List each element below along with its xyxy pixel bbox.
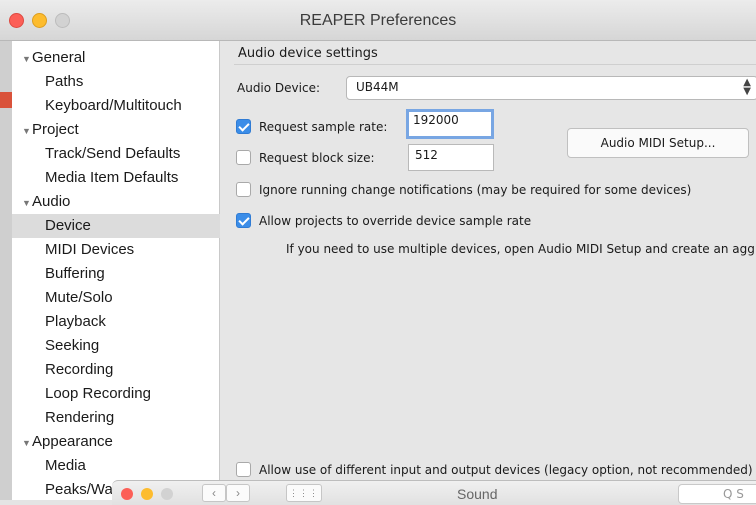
window-title: REAPER Preferences <box>299 12 457 29</box>
section-divider <box>234 64 756 65</box>
search-placeholder: Q S <box>723 487 744 501</box>
sidebar-item-label: Recording <box>45 361 114 378</box>
title-bar: REAPER Preferences <box>0 0 756 41</box>
request-block-size-label: Request block size: <box>259 151 375 165</box>
sidebar-item-label: Loop Recording <box>45 385 151 402</box>
disclosure-triangle-icon[interactable]: ▼ <box>22 431 32 455</box>
allow-override-label: Allow projects to override device sample… <box>259 214 532 228</box>
sidebar-item-label: General <box>32 49 86 66</box>
sidebar-item-label: Buffering <box>45 265 105 282</box>
sidebar-item-midi-devices[interactable]: MIDI Devices <box>12 238 252 262</box>
minimize-window-button[interactable] <box>141 488 153 500</box>
sidebar-item-keyboard-multitouch[interactable]: Keyboard/Multitouch <box>12 94 252 118</box>
sidebar-item-label: Media <box>45 457 86 474</box>
sound-window-titlebar: ‹ › ⋮⋮⋮ Sound Q S <box>112 480 756 505</box>
sidebar-item-recording[interactable]: Recording <box>12 358 252 382</box>
sidebar-item-rendering[interactable]: Rendering <box>12 406 252 430</box>
sidebar-item-general[interactable]: ▼General <box>12 46 229 70</box>
select-arrows-icon: ▲ ▼ <box>743 77 751 97</box>
back-arrow-icon[interactable]: ‹ <box>202 484 226 502</box>
sidebar-item-media[interactable]: Media <box>12 454 252 478</box>
search-field[interactable]: Q S <box>678 484 756 504</box>
sidebar-item-label: Device <box>45 217 91 234</box>
sidebar-item-buffering[interactable]: Buffering <box>12 262 252 286</box>
sidebar-item-audio[interactable]: ▼Audio <box>12 190 229 214</box>
forward-arrow-icon[interactable]: › <box>226 484 250 502</box>
sidebar-item-label: Rendering <box>45 409 115 426</box>
sidebar-item-label: Seeking <box>45 337 100 354</box>
request-block-size-checkbox[interactable] <box>236 150 251 165</box>
sidebar-item-label: Playback <box>45 313 106 330</box>
disclosure-triangle-icon[interactable]: ▼ <box>22 191 32 215</box>
sidebar-item-loop-recording[interactable]: Loop Recording <box>12 382 252 406</box>
ignore-notifications-label: Ignore running change notifications (may… <box>259 183 692 197</box>
device-settings-panel: Audio device settings Audio Device: UB44… <box>220 41 756 500</box>
disclosure-triangle-icon[interactable]: ▼ <box>22 119 32 143</box>
sample-rate-input[interactable]: 192000 <box>406 109 494 139</box>
sidebar-item-seeking[interactable]: Seeking <box>12 334 252 358</box>
zoom-window-button[interactable] <box>161 488 173 500</box>
sidebar-item-label: Keyboard/Multitouch <box>45 97 182 114</box>
sidebar-item-track-send-defaults[interactable]: Track/Send Defaults <box>12 142 252 166</box>
audio-device-label: Audio Device: <box>237 81 321 95</box>
sidebar-item-label: Media Item Defaults <box>45 169 179 186</box>
background-accent <box>0 92 12 108</box>
close-window-button[interactable] <box>121 488 133 500</box>
request-sample-rate-label: Request sample rate: <box>259 120 388 134</box>
sidebar-item-mute-solo[interactable]: Mute/Solo <box>12 286 252 310</box>
request-sample-rate-checkbox[interactable] <box>236 119 251 134</box>
disclosure-triangle-icon[interactable]: ▼ <box>22 47 32 71</box>
ignore-notifications-checkbox[interactable] <box>236 182 251 197</box>
sidebar-item-playback[interactable]: Playback <box>12 310 252 334</box>
sidebar-item-label: Appearance <box>32 433 113 450</box>
block-size-input[interactable]: 512 <box>408 144 494 171</box>
sidebar-item-media-item-defaults[interactable]: Media Item Defaults <box>12 166 252 190</box>
sidebar-item-label: MIDI Devices <box>45 241 135 258</box>
audio-device-select[interactable]: UB44M ▲ ▼ <box>346 76 756 100</box>
sidebar-item-appearance[interactable]: ▼Appearance <box>12 430 229 454</box>
audio-midi-setup-button[interactable]: Audio MIDI Setup... <box>567 128 749 158</box>
allow-override-checkbox[interactable] <box>236 213 251 228</box>
sidebar-item-project[interactable]: ▼Project <box>12 118 229 142</box>
background-app-strip <box>0 0 12 500</box>
multi-device-hint: If you need to use multiple devices, ope… <box>286 242 755 256</box>
sidebar-item-label: Track/Send Defaults <box>45 145 181 162</box>
audio-device-value: UB44M <box>356 80 399 94</box>
section-title: Audio device settings <box>238 46 378 61</box>
sidebar-item-label: Audio <box>32 193 71 210</box>
sidebar-item-label: Project <box>32 121 79 138</box>
sidebar-item-label: Peaks/Wa <box>45 481 113 498</box>
sidebar-item-device[interactable]: Device <box>12 214 252 238</box>
allow-different-io-label: Allow use of different input and output … <box>259 463 753 477</box>
preferences-sidebar: ▼General Paths Keyboard/Multitouch ▼Proj… <box>12 41 252 500</box>
sidebar-item-label: Mute/Solo <box>45 289 113 306</box>
show-all-grid-icon[interactable]: ⋮⋮⋮ <box>286 484 322 502</box>
sidebar-item-paths[interactable]: Paths <box>12 70 252 94</box>
sidebar-item-label: Paths <box>45 73 84 90</box>
allow-different-io-checkbox[interactable] <box>236 462 251 477</box>
